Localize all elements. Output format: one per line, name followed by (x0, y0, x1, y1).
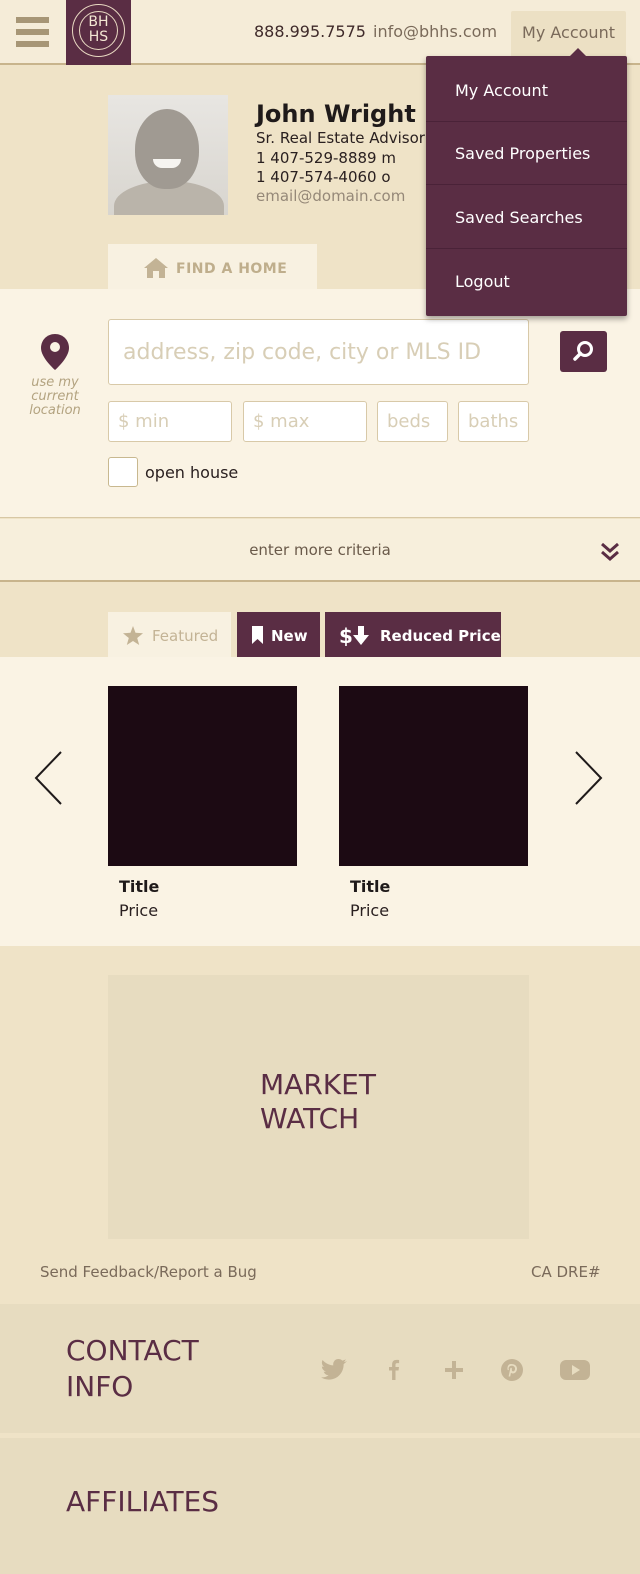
open-house-checkbox[interactable] (108, 457, 138, 487)
price-drop-icon: $ (339, 626, 369, 646)
tab-reduced-price[interactable]: $ Reduced Price (325, 612, 501, 658)
youtube-icon[interactable] (559, 1358, 591, 1382)
market-watch-title: MARKET WATCH (260, 1068, 376, 1135)
open-house-label[interactable]: open house (145, 463, 238, 482)
agent-name: John Wright (256, 100, 416, 128)
svg-text:$: $ (339, 626, 353, 646)
tab-featured[interactable]: Featured (108, 612, 231, 658)
contact-info-title: CONTACT INFO (66, 1334, 199, 1403)
agent-photo (108, 95, 228, 215)
dropdown-caret (569, 48, 587, 57)
more-criteria-label: enter more criteria (249, 541, 391, 559)
beds-input[interactable] (377, 401, 448, 442)
more-criteria-toggle[interactable]: enter more criteria (0, 519, 640, 582)
bhhs-logo[interactable]: BH HS (66, 0, 131, 65)
agent-mobile-phone[interactable]: 1 407-529-8889 m (256, 149, 396, 167)
license-number: CA DRE# (531, 1263, 601, 1281)
listing-price: Price (119, 901, 159, 920)
search-input[interactable] (108, 319, 529, 385)
listing-price: Price (350, 901, 390, 920)
logo-text-bottom: HS (88, 29, 109, 45)
listing-title[interactable]: Title (119, 877, 159, 896)
agent-office-phone[interactable]: 1 407-574-4060 o (256, 168, 391, 186)
twitter-icon[interactable] (320, 1358, 348, 1382)
account-dropdown-menu: My Account Saved Properties Saved Search… (426, 48, 627, 316)
tab-new[interactable]: New (237, 612, 320, 658)
hamburger-icon[interactable] (16, 16, 49, 48)
house-icon (144, 258, 168, 278)
min-price-input[interactable] (108, 401, 232, 442)
menu-item-logout[interactable]: Logout (426, 250, 627, 313)
tab-find-a-home[interactable]: FIND A HOME (108, 244, 317, 290)
baths-input[interactable] (458, 401, 529, 442)
pinterest-icon[interactable] (498, 1358, 526, 1382)
search-button[interactable] (560, 331, 607, 372)
listing-carousel (0, 657, 640, 946)
find-a-home-label: FIND A HOME (176, 261, 288, 277)
tab-featured-label: Featured (152, 627, 219, 645)
max-price-input[interactable] (243, 401, 367, 442)
header-phone[interactable]: 888.995.7575 (254, 22, 366, 41)
star-icon (123, 626, 143, 645)
carousel-next-arrow-icon[interactable] (573, 750, 603, 806)
tab-reduced-price-label: Reduced Price (380, 627, 501, 645)
facebook-icon[interactable] (380, 1358, 408, 1382)
tab-new-label: New (271, 627, 308, 645)
carousel-prev-arrow-icon[interactable] (34, 750, 64, 806)
listing-title[interactable]: Title (350, 877, 390, 896)
header-email[interactable]: info@bhhs.com (373, 22, 497, 41)
bookmark-icon (252, 626, 263, 644)
agent-email[interactable]: email@domain.com (256, 187, 405, 205)
use-current-location-link[interactable]: use my current location (18, 376, 92, 418)
menu-item-my-account[interactable]: My Account (426, 59, 627, 122)
search-icon (573, 341, 593, 361)
listing-image[interactable] (339, 686, 528, 866)
agent-title: Sr. Real Estate Advisor (256, 129, 425, 147)
double-chevron-down-icon (601, 542, 619, 561)
logo-text-top: BH (88, 14, 109, 30)
location-pin-icon[interactable] (41, 334, 69, 370)
menu-item-saved-searches[interactable]: Saved Searches (426, 186, 627, 249)
affiliates-title: AFFILIATES (66, 1485, 220, 1518)
listing-image[interactable] (108, 686, 297, 866)
menu-item-saved-properties[interactable]: Saved Properties (426, 122, 627, 185)
feedback-link[interactable]: Send Feedback/Report a Bug (40, 1263, 257, 1281)
google-plus-icon[interactable] (440, 1358, 468, 1382)
